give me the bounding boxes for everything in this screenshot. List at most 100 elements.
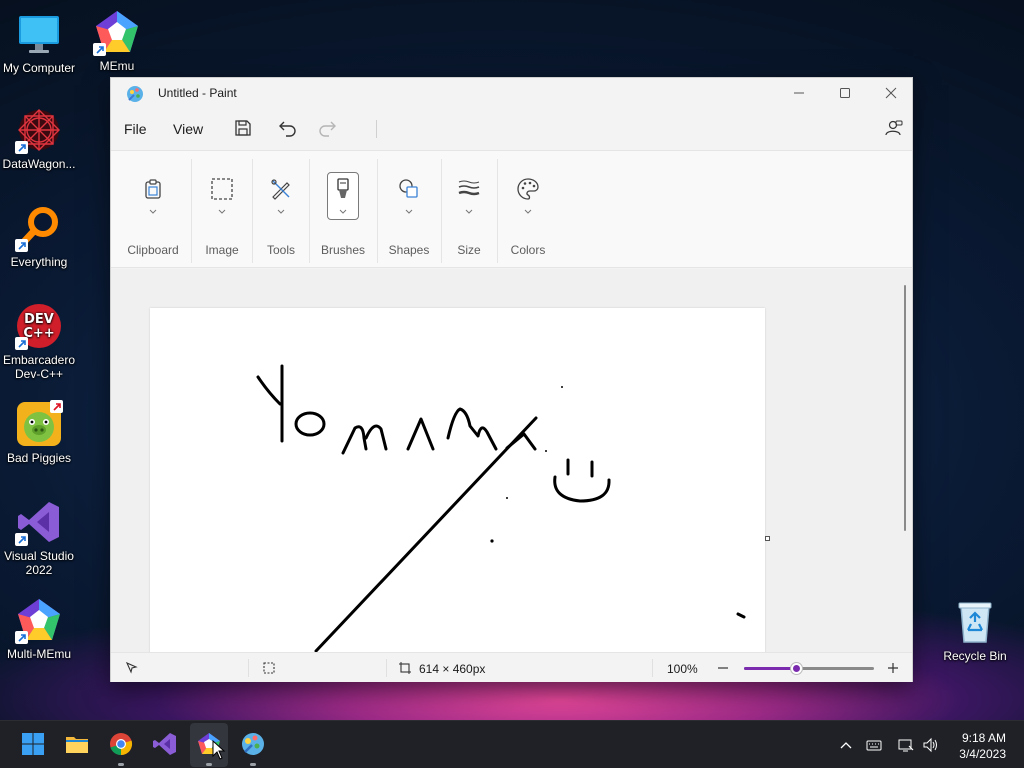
chevron-down-icon <box>149 209 157 214</box>
shortcut-arrow-icon <box>15 533 28 546</box>
desktop-icon-bad-piggies[interactable]: Bad Piggies <box>0 400 78 465</box>
shortcut-arrow-icon <box>15 141 28 154</box>
close-icon <box>885 87 897 99</box>
recycle-bin-icon <box>951 598 999 646</box>
memu-icon <box>93 8 141 56</box>
close-button[interactable] <box>868 78 914 108</box>
desktop-icon-devcpp[interactable]: DEV C++ Embarcadero Dev-C++ <box>0 302 78 381</box>
canvas-resize-handle[interactable] <box>765 536 770 541</box>
paint-window: Untitled - Paint File View Clipboard Ima… <box>110 77 913 682</box>
account-settings-icon[interactable] <box>884 118 904 138</box>
stroke-smiley-mouth <box>553 475 611 503</box>
status-divider <box>386 659 387 677</box>
ribbon-label-brushes: Brushes <box>320 243 366 257</box>
ribbon-label-size: Size <box>457 243 481 257</box>
redo-icon[interactable] <box>317 118 337 138</box>
paint-icon <box>242 733 264 755</box>
file-explorer-icon <box>66 737 88 753</box>
volume-icon[interactable] <box>922 737 938 753</box>
chevron-down-icon <box>524 209 532 214</box>
window-title: Untitled - Paint <box>158 86 237 100</box>
tools-pencil-icon <box>271 179 290 200</box>
ribbon-label-tools: Tools <box>266 243 295 257</box>
brush-icon <box>337 178 349 198</box>
taskbar-visual-studio[interactable] <box>152 731 178 757</box>
menu-view[interactable]: View <box>173 121 203 137</box>
visual-studio-icon <box>15 498 63 546</box>
zoom-slider-thumb[interactable] <box>791 663 802 674</box>
taskbar-chrome[interactable] <box>108 731 134 766</box>
shortcut-arrow-icon <box>93 43 106 56</box>
undo-icon[interactable] <box>278 118 298 138</box>
start-button[interactable] <box>20 731 46 757</box>
zoom-out-icon[interactable] <box>716 661 730 675</box>
status-divider <box>652 659 653 677</box>
ribbon-divider <box>441 159 442 263</box>
start-icon <box>22 733 44 755</box>
network-icon[interactable] <box>898 737 914 753</box>
taskbar-paint[interactable] <box>240 731 266 766</box>
desktop-icon-recycle-bin[interactable]: Recycle Bin <box>936 598 1014 663</box>
maximize-icon <box>840 88 850 98</box>
desktop-icon-datawagon[interactable]: DataWagon... <box>0 106 78 171</box>
title-bar[interactable]: Untitled - Paint <box>111 78 912 108</box>
stroke-smiley-eyes <box>566 458 594 478</box>
stroke-a <box>406 417 435 451</box>
desktop-icon-label: Visual Studio 2022 <box>4 549 74 577</box>
ribbon-label-clipboard: Clipboard <box>127 243 179 257</box>
everything-search-icon <box>15 204 63 252</box>
dot <box>506 497 508 499</box>
ribbon-label-shapes: Shapes <box>388 243 430 257</box>
menu-divider <box>376 120 377 138</box>
zoom-level-text[interactable]: 100% <box>667 662 698 676</box>
ribbon-group-brushes[interactable]: Brushes <box>315 151 371 269</box>
monitor-icon <box>15 10 63 58</box>
datawagon-icon <box>15 106 63 154</box>
zoom-in-icon[interactable] <box>886 661 900 675</box>
system-clock[interactable]: 9:18 AM 3/4/2023 <box>959 730 1006 762</box>
desktop-icon-memu[interactable]: MEmu <box>78 8 156 73</box>
shortcut-arrow-icon <box>15 337 28 350</box>
clock-time: 9:18 AM <box>961 731 1006 745</box>
maximize-button[interactable] <box>822 78 868 108</box>
ribbon-divider <box>497 159 498 263</box>
desktop-icon-multi-memu[interactable]: Multi-MEmu <box>0 596 78 661</box>
shortcut-arrow-icon <box>15 239 28 252</box>
svg-text:DEV: DEV <box>24 312 54 327</box>
stroke-o <box>294 411 326 437</box>
shortcut-arrow-icon <box>50 400 63 413</box>
ribbon-divider <box>377 159 378 263</box>
ribbon-group-clipboard[interactable]: Clipboard <box>121 151 185 269</box>
zoom-slider[interactable] <box>744 667 874 670</box>
ribbon-group-image[interactable]: Image <box>195 151 249 269</box>
desktop-icon-label: Embarcadero Dev-C++ <box>2 353 76 381</box>
desktop-icon-label: Bad Piggies <box>6 451 72 465</box>
ribbon-group-size[interactable]: Size <box>445 151 493 269</box>
ribbon-group-shapes[interactable]: Shapes <box>381 151 437 269</box>
devcpp-icon: DEV C++ <box>15 302 63 350</box>
desktop-icon-everything[interactable]: Everything <box>0 204 78 269</box>
zoom-slider-fill <box>744 667 796 670</box>
status-bar: 614 × 460px 100% <box>111 652 912 682</box>
vertical-scrollbar[interactable] <box>904 285 906 531</box>
shapes-icon <box>399 179 418 198</box>
stroke-a2 <box>505 432 537 451</box>
drawing-canvas[interactable] <box>150 308 765 652</box>
stroke-diagonal <box>314 416 538 652</box>
ribbon-group-tools[interactable]: Tools <box>255 151 307 269</box>
dot <box>490 539 494 543</box>
taskbar-file-explorer[interactable] <box>64 731 90 757</box>
ribbon-group-colors[interactable]: Colors <box>501 151 555 269</box>
canvas-drawing <box>256 364 746 652</box>
desktop-icon-my-computer[interactable]: My Computer <box>0 10 78 75</box>
menu-file[interactable]: File <box>124 121 147 137</box>
desktop-icon-visual-studio[interactable]: Visual Studio 2022 <box>0 498 78 577</box>
svg-text:C++: C++ <box>23 326 54 341</box>
chevron-down-icon <box>277 209 285 214</box>
chevron-up-icon[interactable] <box>838 737 854 753</box>
keyboard-icon[interactable] <box>866 737 882 753</box>
clock-date: 3/4/2023 <box>959 747 1006 761</box>
minimize-button[interactable] <box>776 78 822 108</box>
chevron-down-icon <box>218 209 226 214</box>
save-icon[interactable] <box>233 118 253 138</box>
